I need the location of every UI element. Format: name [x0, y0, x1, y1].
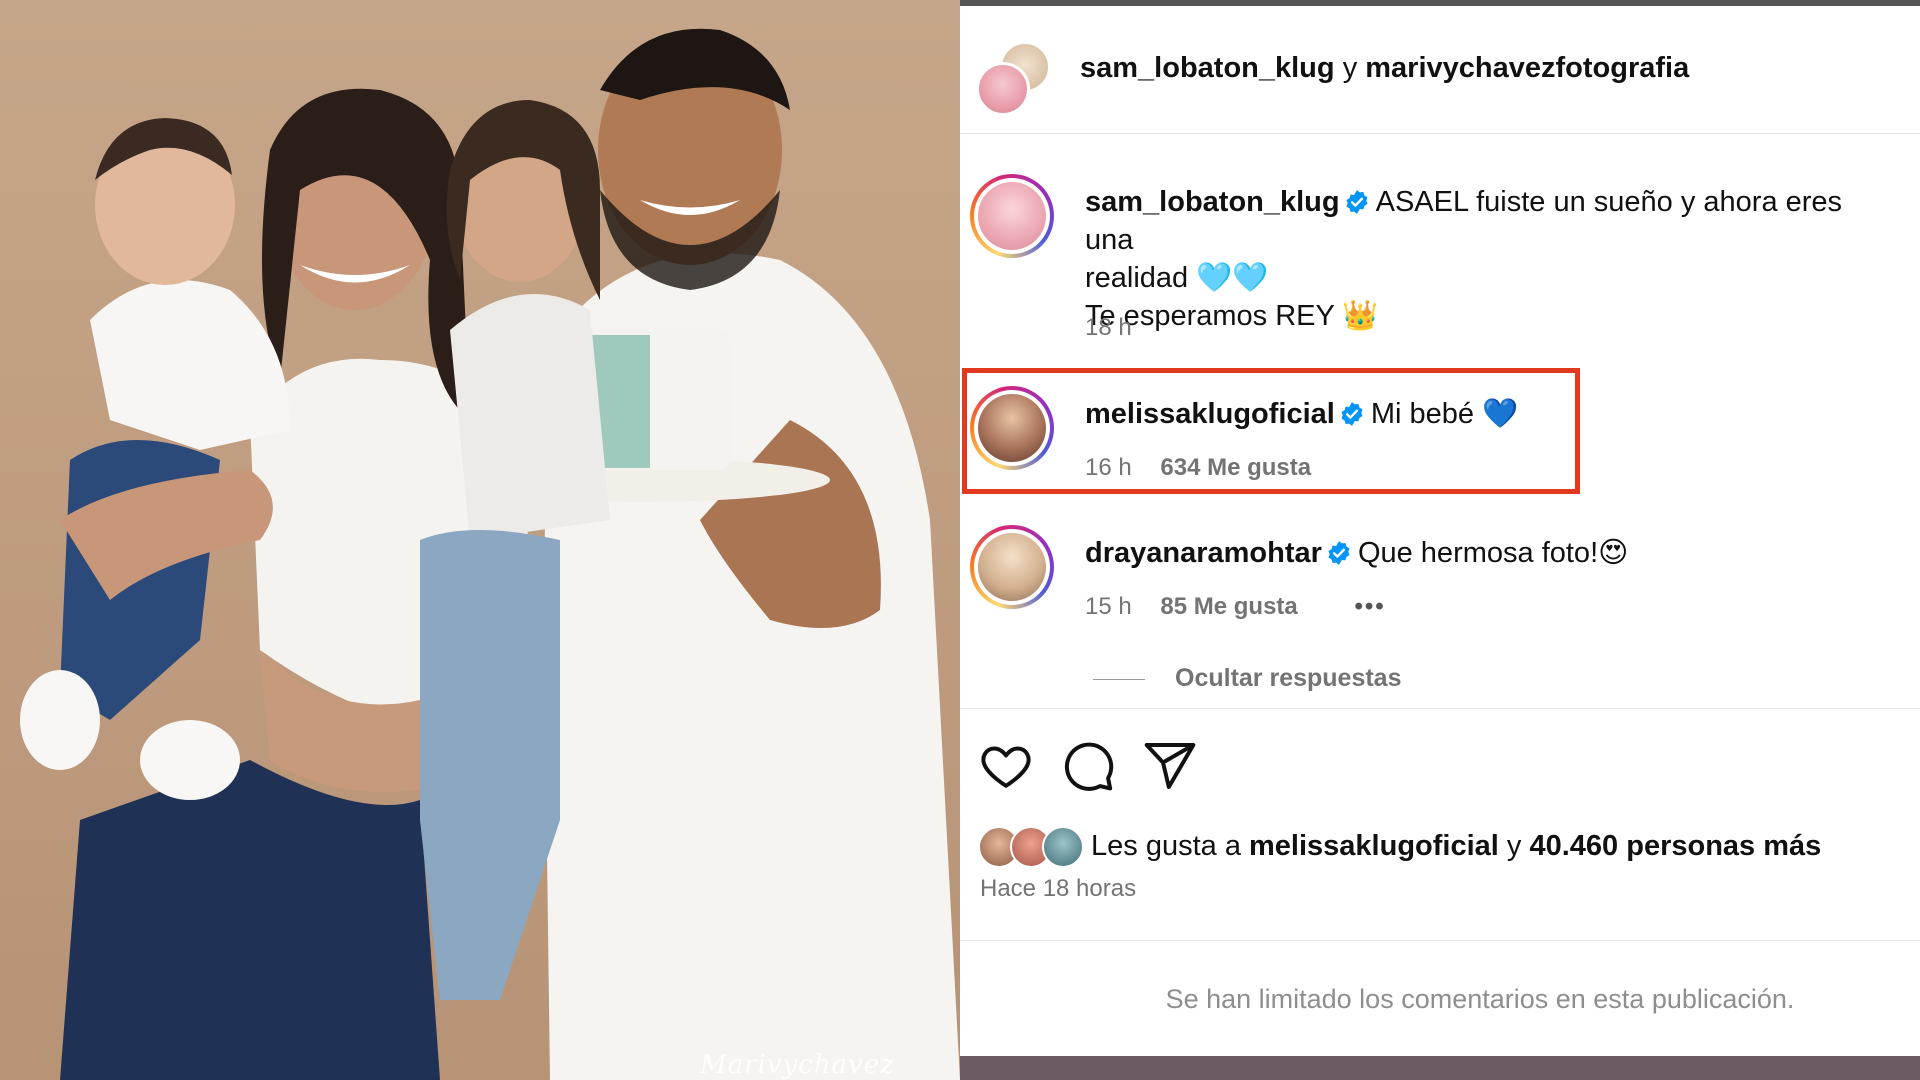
divider [960, 708, 1920, 709]
avatar [1042, 826, 1084, 868]
avatar [978, 182, 1046, 250]
likes-others[interactable]: 40.460 personas más [1529, 830, 1821, 862]
comment-time[interactable]: 18 h [1085, 314, 1132, 341]
comment-icon[interactable] [1060, 738, 1116, 794]
collab-avatars[interactable] [976, 40, 1056, 120]
comment-text: drayanaramohtar Que hermosa foto!😍 [1085, 534, 1895, 572]
comment-body: Que hermosa foto!😍 [1357, 537, 1629, 569]
post-header: sam_lobaton_klug y marivychavezfotografi… [960, 6, 1920, 134]
comment-username[interactable]: sam_lobaton_klug [1085, 186, 1340, 218]
send-icon[interactable] [1142, 738, 1198, 794]
comment-meta: 15 h 85 Me gusta ••• [1085, 593, 1386, 621]
post-detail-panel: sam_lobaton_klug y marivychavezfotografi… [960, 0, 1920, 1080]
author-username[interactable]: sam_lobaton_klug [1080, 52, 1335, 84]
post-time[interactable]: Hace 18 horas [980, 875, 1136, 903]
avatar-story-ring[interactable] [970, 525, 1054, 609]
comment-username[interactable]: drayanaramohtar [1085, 537, 1322, 569]
liker-username[interactable]: melissaklugoficial [1249, 830, 1499, 862]
author-connector: y [1342, 52, 1358, 84]
heart-icon[interactable] [978, 738, 1034, 794]
photo-watermark: Marivychavez [700, 1050, 895, 1080]
comment-meta: 18 h [1085, 314, 1132, 342]
replies-line [1093, 678, 1145, 680]
highlight-box [962, 368, 1580, 494]
hide-replies-button[interactable]: Ocultar respuestas [1093, 664, 1402, 693]
likes-summary[interactable]: Les gusta a melissaklugoficial y 40.460 … [978, 824, 1908, 870]
verified-badge-icon [1328, 541, 1350, 565]
avatar [976, 62, 1030, 116]
comment-time[interactable]: 15 h [1085, 593, 1132, 620]
avatar-story-ring[interactable] [970, 174, 1054, 258]
avatar [978, 533, 1046, 601]
collaborator-username[interactable]: marivychavezfotografia [1365, 52, 1689, 84]
more-options-icon[interactable]: ••• [1354, 593, 1385, 621]
likes-text: Les gusta a melissaklugoficial y 40.460 … [1091, 830, 1821, 863]
bottom-strip [960, 1056, 1920, 1080]
post-authors: sam_lobaton_klug y marivychavezfotografi… [1080, 52, 1689, 85]
family-photo-illustration [0, 0, 960, 1080]
comment-text: sam_lobaton_klug ASAEL fuiste un sueño y … [1085, 183, 1895, 335]
divider [960, 940, 1920, 941]
post-photo[interactable]: Marivychavez [0, 0, 960, 1080]
likes-connector: y [1506, 830, 1522, 862]
comment-likes[interactable]: 85 Me gusta [1160, 593, 1297, 620]
likes-prefix: Les gusta a [1091, 830, 1241, 862]
verified-badge-icon [1346, 190, 1368, 214]
caption-line-2: realidad 🩵🩵 [1085, 262, 1269, 294]
hide-replies-label: Ocultar respuestas [1175, 664, 1402, 692]
comments-limited-notice: Se han limitado los comentarios en esta … [1165, 984, 1795, 1014]
